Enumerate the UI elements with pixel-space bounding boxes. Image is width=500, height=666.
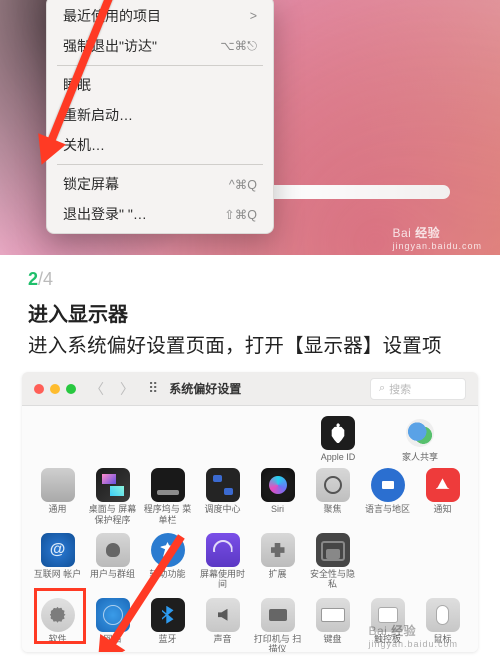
system-preferences-screenshot: 〈 〉 ⠿ 系统偏好设置 ⌕ 搜索 Apple ID 家人共享 通用 桌面与 屏… [22,372,478,652]
menu-label: 关机… [63,135,105,155]
search-icon: ⌕ [379,382,385,395]
pref-desktop[interactable]: 桌面与 屏幕保护程序 [87,468,138,525]
menu-label: 退出登录" "… [63,204,147,224]
preferences-body: Apple ID 家人共享 通用 桌面与 屏幕保护程序 程序坞与 菜单栏 调度中… [22,406,478,652]
pref-security[interactable]: 安全性与隐私 [307,533,358,590]
language-icon [371,468,405,502]
pref-notifications[interactable]: 通知 [417,468,468,525]
back-button[interactable]: 〈 [90,379,104,399]
pref-internet-accounts[interactable]: 互联网 帐户 [32,533,83,590]
menu-shortcut: ⌥⌘⎋ [220,38,257,54]
forward-button[interactable]: 〉 [120,379,134,399]
zoom-icon[interactable] [66,384,76,394]
pref-label: Apple ID [312,452,364,462]
pref-dock[interactable]: 程序坞与 菜单栏 [142,468,193,525]
apple-id-icon [321,416,355,450]
grid-view-icon[interactable]: ⠿ [148,380,157,397]
menu-label: 锁定屏幕 [63,174,119,194]
blank-cell [362,533,413,590]
pref-bluetooth[interactable]: 蓝牙 [142,598,193,652]
watermark-brand2: 经验 [391,624,416,638]
screen-time-icon [206,533,240,567]
pref-keyboard[interactable]: 键盘 [307,598,358,652]
search-placeholder: 搜索 [389,381,411,397]
submenu-chevron-icon: > [250,9,257,23]
menu-label: 重新启动… [63,105,133,125]
spotlight-icon [316,468,350,502]
pref-apple-id[interactable]: Apple ID [312,416,364,462]
step-counter: 2/4 [28,269,472,290]
step-text-block: 2/4 进入显示器 进入系统偏好设置页面，打开【显示器】设置项 [0,255,500,366]
apple-pencil-graphic [250,185,450,199]
watermark-baidu: Bai 经验 jingyan.baidu.com [368,622,458,649]
pref-family-sharing[interactable]: 家人共享 [394,416,446,462]
menu-item-recent[interactable]: 最近使用的项目 > [47,1,273,31]
watermark-url: jingyan.baidu.com [368,639,458,649]
annotation-highlight-box [34,588,86,644]
menu-label: 最近使用的项目 [63,6,161,26]
security-icon [316,533,350,567]
watermark-brand2: 经验 [415,226,440,240]
step-current: 2 [28,269,38,289]
pref-language[interactable]: 语言与地区 [362,468,413,525]
window-title: 系统偏好设置 [169,380,241,397]
menu-shortcut: ⇧⌘Q [224,207,257,222]
blank-cell [417,533,468,590]
menu-item-lock[interactable]: 锁定屏幕 ^⌘Q [47,169,273,199]
mission-control-icon [206,468,240,502]
pref-sound[interactable]: 声音 [197,598,248,652]
menu-shortcut: ^⌘Q [229,177,257,192]
family-sharing-icon [403,416,437,450]
step-title: 进入显示器 [28,298,472,327]
pref-mission-control[interactable]: 调度中心 [197,468,248,525]
apple-menu-screenshot: 最近使用的项目 > 强制退出"访达" ⌥⌘⎋ 睡眠 重新启动… 关机… 锁定屏幕… [0,0,500,255]
watermark-baidu: Bai 经验 jingyan.baidu.com [392,227,482,251]
close-icon[interactable] [34,384,44,394]
watermark-brand: Bai [368,624,387,638]
dock-icon [151,468,185,502]
step-subtitle: 进入系统偏好设置页面，打开【显示器】设置项 [28,329,472,358]
menu-separator [57,65,263,66]
menu-item-restart[interactable]: 重新启动… [47,100,273,130]
pref-printers[interactable]: 打印机与 扫描仪 [252,598,303,652]
step-total: /4 [38,269,53,289]
internet-accounts-icon [41,533,75,567]
search-input[interactable]: ⌕ 搜索 [370,378,466,400]
users-icon [96,533,130,567]
apple-menu-panel: 最近使用的项目 > 强制退出"访达" ⌥⌘⎋ 睡眠 重新启动… 关机… 锁定屏幕… [46,0,274,234]
hero-row: Apple ID 家人共享 [32,410,468,464]
desktop-icon [96,468,130,502]
extensions-icon [261,533,295,567]
keyboard-icon [316,598,350,632]
menu-separator [57,164,263,165]
pref-general[interactable]: 通用 [32,468,83,525]
pref-extensions[interactable]: 扩展 [252,533,303,590]
watermark-url: jingyan.baidu.com [392,241,482,251]
pref-users[interactable]: 用户与群组 [87,533,138,590]
pref-screen-time[interactable]: 屏幕使用时间 [197,533,248,590]
pref-label: 家人共享 [394,452,446,462]
watermark-brand: Bai [392,226,411,240]
menu-label: 强制退出"访达" [63,36,157,56]
general-icon [41,468,75,502]
pref-spotlight[interactable]: 聚焦 [307,468,358,525]
printers-icon [261,598,295,632]
sound-icon [206,598,240,632]
minimize-icon[interactable] [50,384,60,394]
window-titlebar: 〈 〉 ⠿ 系统偏好设置 ⌕ 搜索 [22,372,478,406]
pref-siri[interactable]: Siri [252,468,303,525]
bluetooth-icon [151,598,185,632]
traffic-lights [34,384,76,394]
notifications-icon [426,468,460,502]
siri-icon [261,468,295,502]
menu-item-shutdown[interactable]: 关机… [47,130,273,160]
menu-item-logout[interactable]: 退出登录" "… ⇧⌘Q [47,199,273,229]
